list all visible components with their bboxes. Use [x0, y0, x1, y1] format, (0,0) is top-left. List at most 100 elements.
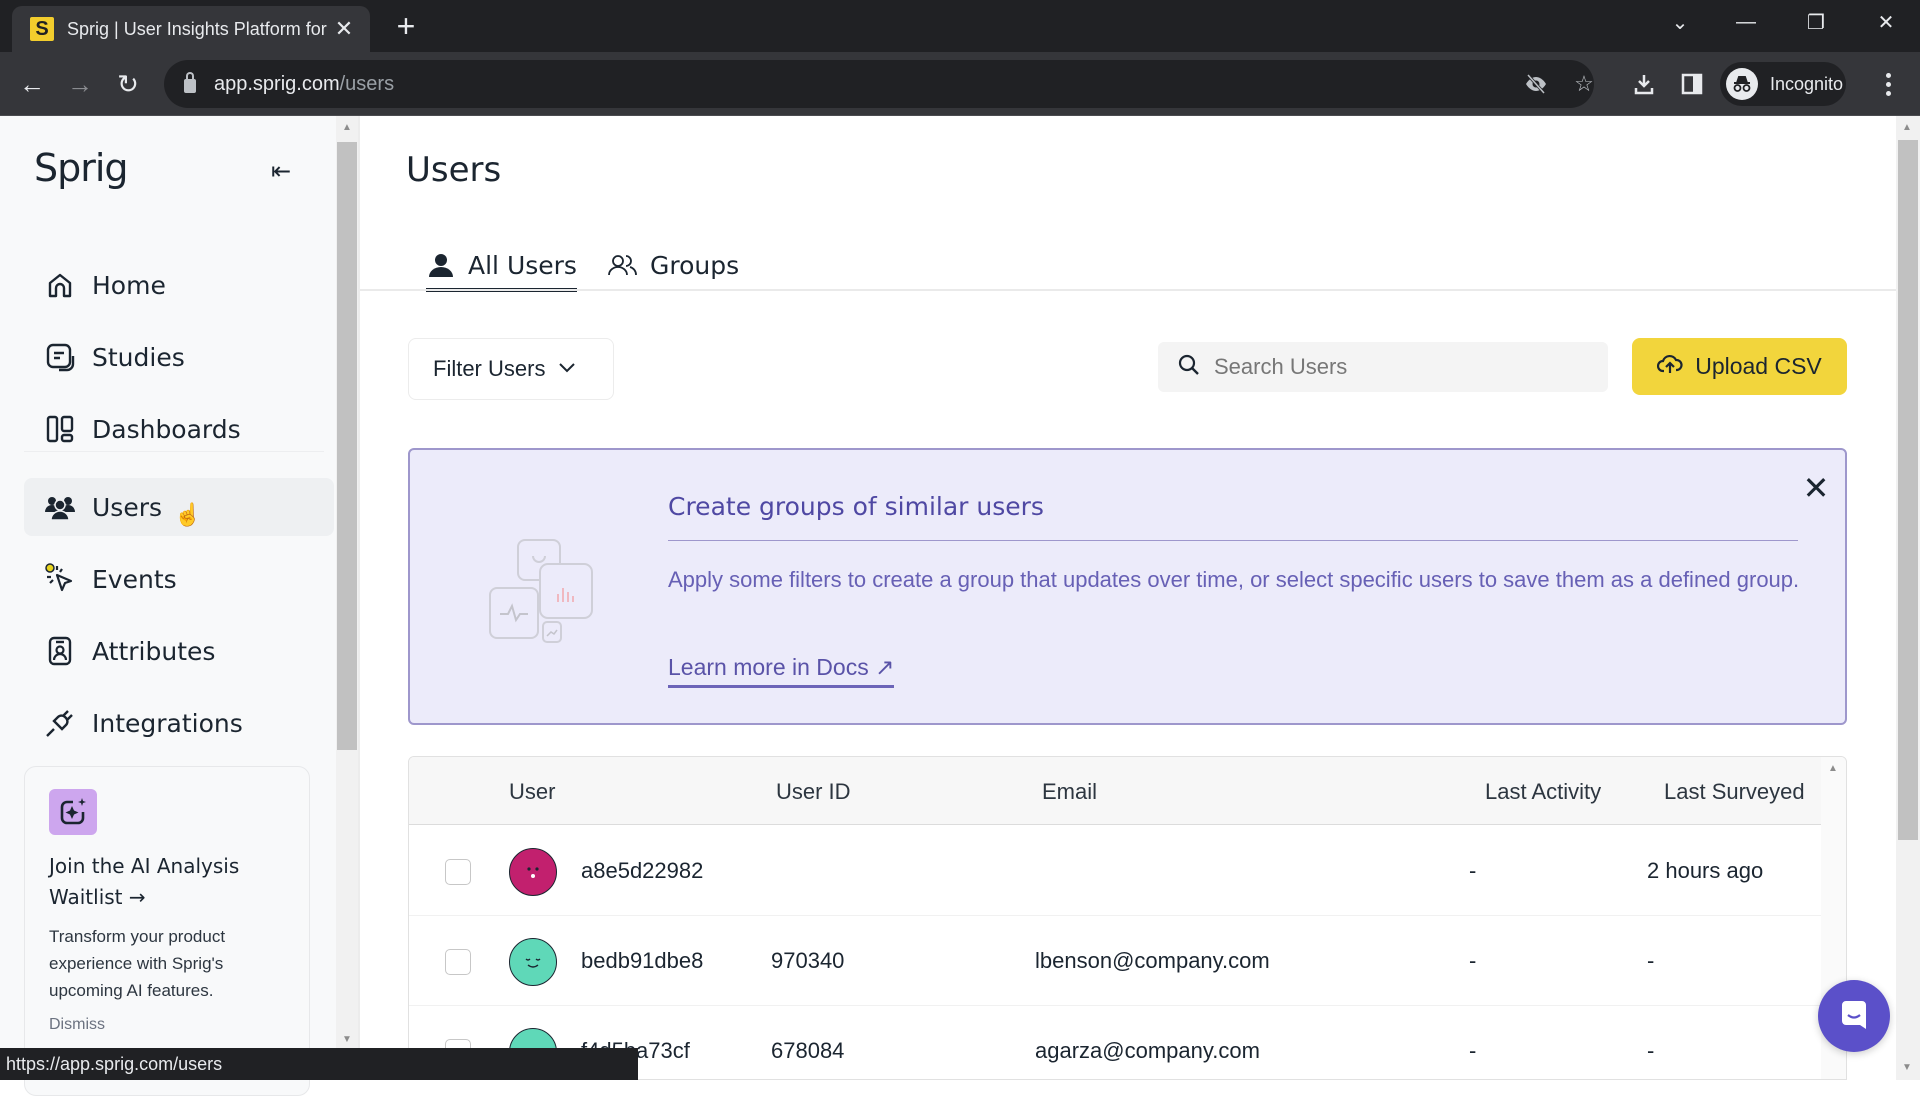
side-panel-icon[interactable]: [1674, 66, 1710, 102]
column-header-last-activity[interactable]: Last Activity: [1485, 779, 1601, 805]
sidebar-item-label: Attributes: [92, 636, 216, 666]
scroll-down-arrow-icon[interactable]: ▼: [1902, 1062, 1912, 1073]
chevron-down-icon: [559, 360, 576, 378]
user-id: 970340: [771, 948, 845, 973]
hand-cursor-icon: ☝: [174, 502, 202, 527]
ai-waitlist-link[interactable]: Join the AI Analysis Waitlist →: [49, 851, 285, 913]
user-email: agarza@company.com: [1035, 1038, 1260, 1063]
banner-title: Create groups of similar users: [668, 492, 1044, 521]
user-name[interactable]: bedb91dbe8: [581, 948, 703, 974]
column-header-email[interactable]: Email: [1042, 779, 1097, 805]
bookmark-star-icon[interactable]: ☆: [1570, 70, 1598, 98]
home-icon: [44, 269, 76, 301]
new-tab-button[interactable]: +: [388, 8, 424, 44]
last-surveyed: 2 hours ago: [1647, 858, 1764, 883]
dismiss-button[interactable]: Dismiss: [49, 1016, 285, 1034]
create-groups-banner: Create groups of similar users Apply som…: [408, 448, 1847, 725]
column-header-last-surveyed[interactable]: Last Surveyed: [1664, 779, 1805, 805]
chat-icon: [1842, 1001, 1866, 1029]
user-id: 678084: [771, 1038, 845, 1063]
page-scrollbar-thumb[interactable]: [1898, 140, 1918, 840]
close-banner-icon[interactable]: ✕: [1798, 470, 1834, 506]
filter-users-dropdown[interactable]: Filter Users: [408, 338, 614, 400]
sidebar-item-label: Integrations: [92, 708, 243, 738]
sidebar-item-integrations[interactable]: Integrations: [24, 694, 334, 752]
back-button[interactable]: ←: [14, 66, 50, 102]
close-tab-icon[interactable]: ✕: [332, 16, 356, 42]
tab-search-chevron-icon[interactable]: ⌄: [1650, 0, 1710, 44]
browser-toolbar: ← → ↻ app.sprig.com/users ☆ Incognito: [0, 52, 1920, 116]
user-name[interactable]: a8e5d22982: [581, 858, 703, 884]
sidebar-divider: [24, 451, 324, 452]
learn-more-docs-link[interactable]: Learn more in Docs ↗: [668, 654, 895, 688]
table-row[interactable]: bedb91dbe8 970340 lbenson@company.com - …: [409, 916, 1821, 1006]
minimize-button[interactable]: —: [1716, 0, 1776, 44]
browser-tab[interactable]: S Sprig | User Insights Platform for ✕: [12, 6, 370, 52]
integrations-icon: [44, 707, 76, 739]
scroll-up-arrow-icon[interactable]: ▲: [1902, 122, 1912, 133]
url-host: app.sprig.com: [214, 72, 340, 95]
last-activity: -: [1469, 1038, 1477, 1063]
close-window-button[interactable]: ✕: [1856, 0, 1916, 44]
scroll-down-arrow-icon[interactable]: ▼: [341, 1034, 353, 1046]
search-users-input[interactable]: [1214, 354, 1594, 380]
browser-tab-strip: S Sprig | User Insights Platform for ✕ +…: [0, 0, 1920, 52]
ai-waitlist-card: Join the AI Analysis Waitlist → Transfor…: [24, 766, 310, 1096]
last-surveyed: -: [1647, 948, 1655, 973]
restore-button[interactable]: ❐: [1786, 0, 1846, 44]
sidebar-item-studies[interactable]: Studies: [24, 328, 334, 386]
banner-divider: [668, 540, 1798, 541]
download-icon[interactable]: [1626, 66, 1662, 102]
sidebar-item-home[interactable]: Home: [24, 256, 334, 314]
tab-label: Groups: [650, 250, 740, 280]
upload-csv-button[interactable]: Upload CSV: [1632, 338, 1847, 395]
url-text: app.sprig.com/users: [214, 73, 394, 96]
avatar: [509, 848, 557, 896]
incognito-icon: [1726, 68, 1758, 100]
user-icon: [426, 250, 456, 280]
page-title: Users: [406, 150, 502, 190]
filter-users-label: Filter Users: [433, 356, 546, 381]
collapse-sidebar-icon[interactable]: ⇤: [266, 156, 296, 186]
forward-button[interactable]: →: [62, 66, 98, 102]
sprig-favicon-icon: S: [30, 17, 54, 41]
tab-groups[interactable]: Groups: [608, 240, 739, 290]
sidebar-item-attributes[interactable]: Attributes: [24, 622, 334, 680]
last-activity: -: [1469, 858, 1477, 883]
eye-off-icon[interactable]: [1522, 70, 1550, 98]
reload-button[interactable]: ↻: [110, 66, 146, 102]
tabs-divider: [360, 289, 1896, 291]
avatar: [509, 938, 557, 986]
row-checkbox[interactable]: [445, 859, 471, 885]
dashboards-icon: [44, 413, 76, 445]
sidebar-item-dashboards[interactable]: Dashboards: [24, 400, 334, 458]
table-header: User User ID Email Last Activity Last Su…: [409, 757, 1821, 825]
link-preview-status: https://app.sprig.com/users: [0, 1048, 638, 1080]
search-users-field[interactable]: [1158, 342, 1608, 392]
incognito-label: Incognito: [1770, 73, 1844, 94]
ai-waitlist-description: Transform your product experience with S…: [49, 927, 226, 1000]
column-header-user-id[interactable]: User ID: [776, 779, 851, 805]
user-email: lbenson@company.com: [1035, 948, 1270, 973]
scroll-up-arrow-icon[interactable]: ▲: [1828, 763, 1838, 774]
incognito-profile-button[interactable]: Incognito: [1720, 62, 1846, 106]
sidebar-item-events[interactable]: Events: [24, 550, 334, 608]
sidebar-border: [358, 116, 360, 1080]
chat-support-button[interactable]: [1818, 980, 1890, 1052]
scroll-up-arrow-icon[interactable]: ▲: [341, 122, 353, 134]
groups-illustration-icon: [488, 538, 598, 648]
sidebar-item-label: Home: [92, 270, 166, 300]
sidebar: Sprig ⇤ Home Studies Dashboards Users ☝ …: [0, 116, 336, 1096]
table-row[interactable]: a8e5d22982 - 2 hours ago: [409, 826, 1821, 916]
address-bar[interactable]: app.sprig.com/users ☆: [164, 60, 1594, 108]
lock-icon: [184, 72, 196, 93]
browser-menu-icon[interactable]: [1876, 66, 1900, 102]
column-header-user[interactable]: User: [509, 779, 555, 805]
cloud-upload-icon: [1657, 353, 1683, 381]
sidebar-item-label: Events: [92, 564, 177, 594]
sprig-logo[interactable]: Sprig: [34, 146, 129, 190]
row-checkbox[interactable]: [445, 949, 471, 975]
sidebar-item-label: Users: [92, 492, 163, 522]
sidebar-scrollbar-thumb[interactable]: [337, 142, 357, 750]
tab-all-users[interactable]: All Users: [426, 240, 577, 292]
